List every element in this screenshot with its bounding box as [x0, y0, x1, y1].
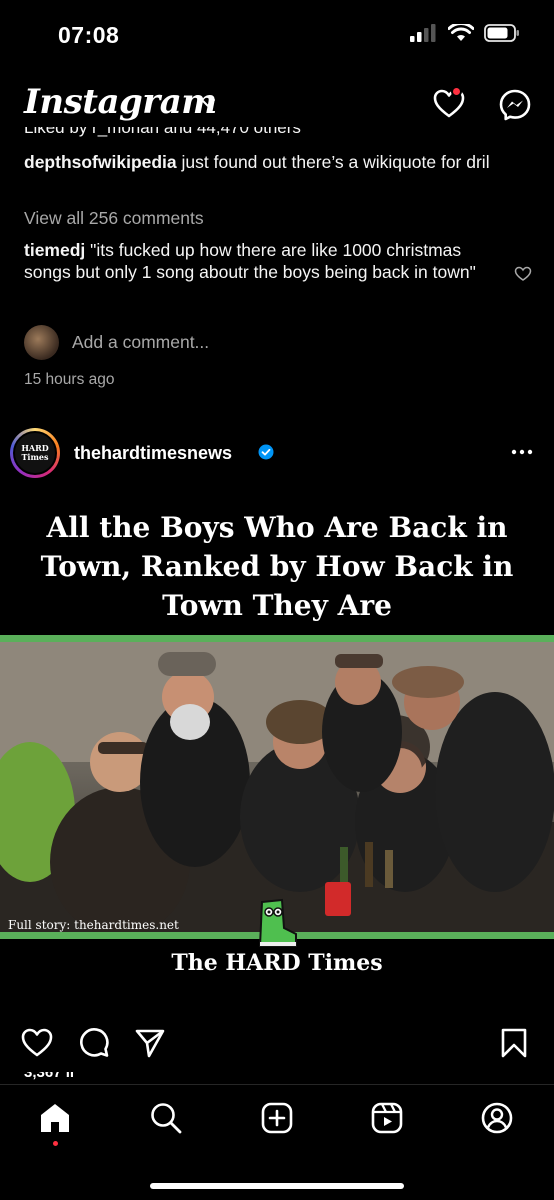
post-header: HARD Times thehardtimesnews: [0, 424, 554, 484]
home-indicator: [150, 1183, 404, 1189]
post-headline: All the Boys Who Are Back in Town, Ranke…: [40, 511, 514, 622]
avatar-logo-text: HARD Times: [13, 431, 57, 475]
post-avatar[interactable]: HARD Times: [10, 428, 60, 478]
more-icon[interactable]: [510, 440, 534, 464]
band-photo: [0, 642, 554, 932]
comment-text: "its fucked up how there are like 1000 c…: [24, 240, 476, 282]
post-media[interactable]: All the Boys Who Are Back in Town, Ranke…: [0, 490, 554, 1010]
wifi-icon: [448, 24, 474, 41]
add-comment-row[interactable]: Add a comment...: [24, 325, 209, 360]
masthead-logo: The HARD Times: [171, 950, 383, 976]
home-icon[interactable]: [38, 1101, 72, 1135]
status-bar: 07:08: [0, 0, 554, 70]
notification-dot: [451, 86, 462, 97]
caption-text: just found out there’s a wikiquote for d…: [181, 152, 490, 172]
create-icon[interactable]: [260, 1101, 294, 1135]
avatar: [24, 325, 59, 360]
verified-icon: [258, 444, 274, 460]
likes-count: 3,367 li: [24, 1072, 75, 1081]
share-icon[interactable]: [134, 1027, 166, 1059]
post-actions: [0, 1020, 554, 1070]
view-all-comments-link[interactable]: View all 256 comments: [24, 208, 204, 229]
full-story-caption: Full story: thehardtimes.net: [8, 918, 179, 932]
caption-username[interactable]: depthsofwikipedia: [24, 152, 177, 172]
status-time: 07:08: [58, 22, 120, 48]
band-photo-illustration: [0, 642, 554, 932]
boot-logo-icon: [258, 898, 297, 947]
signal-icon: [410, 24, 436, 42]
search-icon[interactable]: [149, 1101, 183, 1135]
comment: tiemedj "its fucked up how there are lik…: [24, 240, 494, 283]
add-comment-input[interactable]: Add a comment...: [72, 332, 209, 353]
status-icons: [410, 24, 520, 42]
comment-like-icon[interactable]: [514, 266, 532, 282]
save-icon[interactable]: [500, 1027, 528, 1059]
like-icon[interactable]: [20, 1027, 54, 1059]
post-photo: Full story: thehardtimes.net: [0, 635, 554, 939]
reels-icon[interactable]: [370, 1101, 404, 1135]
post-timestamp: 15 hours ago: [24, 371, 115, 388]
post-username[interactable]: thehardtimesnews: [74, 443, 232, 464]
chevron-down-icon[interactable]: [200, 98, 216, 108]
post-caption: depthsofwikipedia just found out there’s…: [24, 152, 524, 173]
likes-line: Liked by r_monah and 44,470 others: [24, 127, 301, 137]
home-notification-dot: [53, 1141, 58, 1146]
comment-username[interactable]: tiemedj: [24, 240, 85, 260]
profile-icon[interactable]: [480, 1101, 514, 1135]
instagram-logo[interactable]: Instagram: [24, 82, 217, 122]
messenger-icon[interactable]: [498, 88, 532, 122]
comment-icon[interactable]: [78, 1027, 110, 1059]
battery-icon: [484, 24, 519, 42]
